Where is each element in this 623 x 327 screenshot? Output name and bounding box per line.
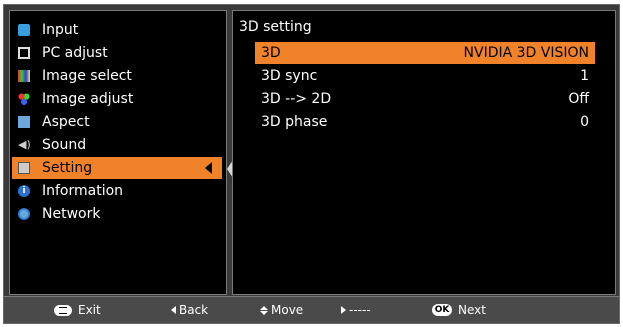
selected-arrow-icon bbox=[205, 162, 212, 174]
menu-item-setting[interactable]: Setting bbox=[12, 157, 222, 179]
setting-row-3d-phase[interactable]: 3D phase 0 bbox=[255, 111, 595, 133]
menu-item-aspect[interactable]: Aspect bbox=[12, 111, 222, 133]
move-hint[interactable]: Move bbox=[260, 303, 303, 317]
right-hint-label: ----- bbox=[349, 303, 371, 317]
menu-item-label: Sound bbox=[42, 137, 87, 153]
up-down-arrow-icon bbox=[260, 305, 268, 315]
back-hint[interactable]: Back bbox=[171, 303, 208, 317]
exit-hint[interactable]: Exit bbox=[54, 303, 101, 317]
setting-row-3d-to-2d[interactable]: 3D --> 2D Off bbox=[255, 88, 595, 110]
menu-item-label: Setting bbox=[42, 160, 93, 176]
setting-value: Off bbox=[568, 91, 589, 107]
menu-item-label: Image select bbox=[42, 68, 132, 84]
menu-item-label: Input bbox=[42, 22, 79, 38]
image-select-icon bbox=[18, 70, 30, 82]
main-menu-panel: Input PC adjust Image select Image adjus… bbox=[9, 10, 227, 295]
aspect-icon bbox=[18, 116, 30, 128]
menu-item-label: Aspect bbox=[42, 114, 90, 130]
menu-item-information[interactable]: i Information bbox=[12, 180, 222, 202]
right-hint[interactable]: ----- bbox=[341, 303, 371, 317]
menu-item-network[interactable]: Network bbox=[12, 203, 222, 225]
menu-item-image-select[interactable]: Image select bbox=[12, 65, 222, 87]
setting-row-3d[interactable]: 3D NVIDIA 3D VISION bbox=[255, 42, 595, 64]
3d-setting-panel: 3D setting 3D NVIDIA 3D VISION 3D sync 1… bbox=[232, 10, 616, 295]
menu-item-label: Image adjust bbox=[42, 91, 134, 107]
setting-value: NVIDIA 3D VISION bbox=[463, 45, 589, 61]
ok-key-icon: OK bbox=[432, 304, 452, 316]
menu-item-pc-adjust[interactable]: PC adjust bbox=[12, 42, 222, 64]
input-icon bbox=[18, 24, 30, 36]
menu-item-label: Information bbox=[42, 183, 124, 199]
setting-label: 3D bbox=[261, 45, 281, 61]
left-arrow-icon bbox=[171, 306, 176, 314]
exit-label: Exit bbox=[78, 303, 101, 317]
sound-icon: ◀) bbox=[18, 138, 31, 151]
setting-label: 3D --> 2D bbox=[261, 91, 332, 107]
menu-item-image-adjust[interactable]: Image adjust bbox=[12, 88, 222, 110]
image-adjust-icon bbox=[18, 93, 30, 105]
network-icon bbox=[18, 208, 30, 220]
panel-title: 3D setting bbox=[239, 19, 312, 35]
setting-row-3d-sync[interactable]: 3D sync 1 bbox=[255, 65, 595, 87]
setting-label: 3D sync bbox=[261, 68, 318, 84]
next-hint[interactable]: OK Next bbox=[432, 303, 486, 317]
move-label: Move bbox=[271, 303, 304, 317]
information-icon: i bbox=[18, 185, 30, 197]
setting-value: 1 bbox=[580, 68, 589, 84]
footer-hint-bar: Exit Back Move ----- OK Next bbox=[4, 296, 619, 323]
setting-label: 3D phase bbox=[261, 114, 328, 130]
osd-frame: Input PC adjust Image select Image adjus… bbox=[3, 4, 620, 324]
setting-icon bbox=[18, 162, 30, 174]
setting-value: 0 bbox=[580, 114, 589, 130]
menu-key-icon bbox=[54, 304, 72, 316]
menu-item-label: Network bbox=[42, 206, 101, 222]
menu-item-sound[interactable]: ◀) Sound bbox=[12, 134, 222, 156]
next-label: Next bbox=[458, 303, 486, 317]
back-label: Back bbox=[179, 303, 209, 317]
right-arrow-icon bbox=[341, 306, 346, 314]
pc-adjust-icon bbox=[18, 47, 30, 59]
menu-item-input[interactable]: Input bbox=[12, 19, 222, 41]
menu-item-label: PC adjust bbox=[42, 45, 108, 61]
